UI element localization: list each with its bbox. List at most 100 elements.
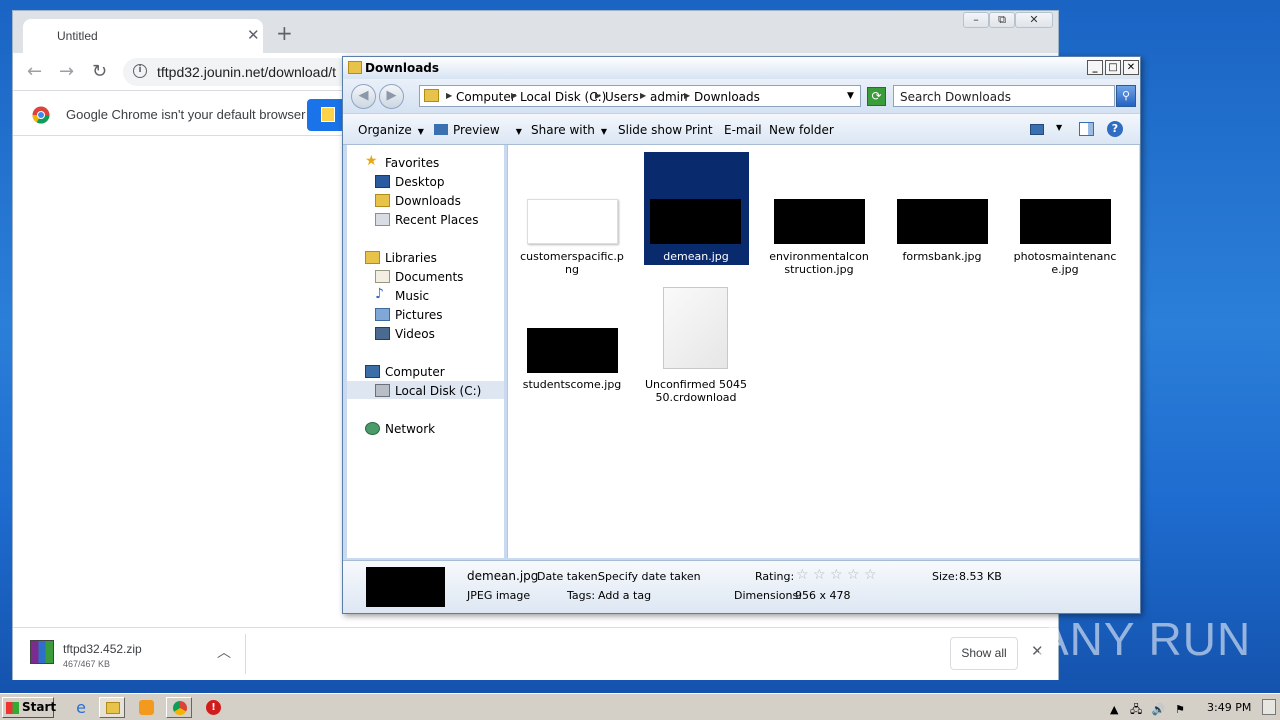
help-icon[interactable]: ? <box>1107 121 1123 137</box>
chevron-down-icon[interactable]: ▼ <box>847 91 854 101</box>
chrome-taskbar-button[interactable] <box>166 697 192 718</box>
refresh-icon[interactable]: ⟳ <box>867 87 886 106</box>
downloads-folder-icon <box>375 194 390 207</box>
change-view-icon[interactable] <box>1030 124 1044 135</box>
details-pane: demean.jpg JPEG image Date taken: Specif… <box>343 560 1140 613</box>
folder-icon <box>106 702 120 714</box>
star-icon[interactable]: ☆ <box>813 567 826 583</box>
preview-button[interactable]: Preview ▼ <box>434 123 522 137</box>
email-button[interactable]: E-mail <box>724 123 762 137</box>
tab-close-icon[interactable]: ✕ <box>247 26 260 44</box>
star-icon[interactable]: ☆ <box>830 567 843 583</box>
file-item[interactable]: environmentalconstruction.jpg <box>767 152 871 277</box>
nav-label: Favorites <box>385 156 440 170</box>
print-button[interactable]: Print <box>685 123 713 137</box>
share-with-label: Share with <box>531 123 595 137</box>
new-tab-icon[interactable]: + <box>276 23 293 43</box>
share-with-button[interactable]: Share with ▼ <box>531 123 607 137</box>
download-shelf: tftpd32.452.zip 467/467 KB ︿ Show all ✕ <box>13 627 1058 680</box>
nav-label: Recent Places <box>395 213 479 227</box>
forward-icon[interactable]: → <box>59 61 74 82</box>
organize-button[interactable]: Organize ▼ <box>358 123 424 137</box>
tags-value[interactable]: Add a tag <box>598 589 651 602</box>
media-player-icon[interactable] <box>133 697 159 718</box>
back-icon[interactable]: ◀ <box>351 84 376 109</box>
thumbnail <box>1020 199 1111 244</box>
close-icon[interactable]: ✕ <box>1015 12 1053 28</box>
internet-explorer-icon[interactable]: e <box>68 697 94 718</box>
explorer-taskbar-button[interactable] <box>99 697 125 718</box>
file-item[interactable]: Unconfirmed 504550.crdownload <box>644 285 748 410</box>
forward-icon[interactable]: ▶ <box>379 84 404 109</box>
close-icon[interactable]: ✕ <box>1123 60 1139 75</box>
show-all-button[interactable]: Show all <box>950 637 1018 670</box>
maximize-icon[interactable]: □ <box>1105 60 1121 75</box>
file-name: formsbank.jpg <box>902 250 982 263</box>
file-item[interactable]: demean.jpg <box>644 152 748 277</box>
chevron-up-icon[interactable]: ︿ <box>217 642 231 662</box>
star-icon[interactable]: ☆ <box>796 567 809 583</box>
breadcrumb-computer[interactable]: Computer <box>456 90 516 104</box>
breadcrumb-downloads[interactable]: Downloads <box>694 90 760 104</box>
infobar-message: Google Chrome isn't your default browser <box>66 107 306 122</box>
slide-show-button[interactable]: Slide show <box>618 123 682 137</box>
preview-pane-icon[interactable] <box>1079 122 1094 136</box>
file-item[interactable]: photosmaintenance.jpg <box>1013 152 1117 277</box>
dimensions-value: 956 x 478 <box>795 589 851 602</box>
chevron-down-icon[interactable]: ▼ <box>1056 123 1062 132</box>
start-label: Start <box>22 700 57 714</box>
file-item[interactable]: formsbank.jpg <box>890 152 994 277</box>
star-icon[interactable]: ☆ <box>864 567 877 583</box>
explorer-titlebar[interactable]: Downloads _ □ ✕ <box>343 57 1140 79</box>
chrome-window-controls: – ⧉ ✕ <box>963 11 1055 31</box>
chevron-right-icon[interactable]: ▶ <box>511 91 517 100</box>
new-folder-button[interactable]: New folder <box>769 123 834 137</box>
flag-icon[interactable]: ⚑ <box>1175 703 1185 716</box>
clock[interactable]: 3:49 PM <box>1207 701 1251 714</box>
restore-icon[interactable]: ⧉ <box>989 12 1015 28</box>
rating-stars[interactable]: ☆ ☆ ☆ ☆ ☆ <box>796 567 877 583</box>
start-button[interactable]: Start <box>2 697 57 718</box>
file-name: environmentalconstruction.jpg <box>769 250 869 276</box>
desktop-icon <box>375 175 390 188</box>
reload-icon[interactable]: ↻ <box>92 61 107 82</box>
opera-shape: ! <box>206 700 221 715</box>
breadcrumb-users[interactable]: Users <box>605 90 639 104</box>
breadcrumb-local-disk[interactable]: Local Disk (C:) <box>520 90 606 104</box>
show-desktop-button[interactable] <box>1262 699 1276 715</box>
chevron-right-icon[interactable]: ▶ <box>684 91 690 100</box>
drive-icon <box>375 384 390 397</box>
chevron-right-icon[interactable]: ▶ <box>640 91 646 100</box>
navigation-pane: ★ Favorites Desktop Downloads Recent Pla… <box>347 145 504 558</box>
chevron-up-icon[interactable]: ▲ <box>1110 703 1118 716</box>
file-list: customerspacific.png demean.jpg environm… <box>507 145 1139 558</box>
size-label: Size: <box>932 570 959 583</box>
info-icon[interactable]: i <box>133 64 147 78</box>
file-item[interactable]: customerspacific.png <box>520 152 624 277</box>
documents-icon <box>375 270 390 283</box>
network-tray-icon[interactable]: 🖧 <box>1130 703 1142 716</box>
file-item[interactable]: studentscome.jpg <box>520 285 624 410</box>
libraries-icon <box>365 251 380 264</box>
opera-icon[interactable]: ! <box>201 697 227 718</box>
star-icon[interactable]: ☆ <box>847 567 860 583</box>
chevron-right-icon[interactable]: ▶ <box>595 91 601 100</box>
chevron-right-icon[interactable]: ▶ <box>446 91 452 100</box>
search-input[interactable]: Search Downloads <box>893 85 1115 107</box>
nav-label: Local Disk (C:) <box>395 384 482 398</box>
date-taken-value[interactable]: Specify date taken <box>598 570 701 583</box>
minimize-icon[interactable]: – <box>963 12 989 28</box>
nav-label: Videos <box>395 327 435 341</box>
search-icon[interactable]: ⚲ <box>1116 85 1136 107</box>
back-icon[interactable]: ← <box>27 61 42 82</box>
download-filename[interactable]: tftpd32.452.zip <box>63 642 142 656</box>
breadcrumb-admin[interactable]: admin <box>650 90 688 104</box>
tags-label: Tags: <box>567 589 596 602</box>
nav-label: Network <box>385 422 436 436</box>
chrome-tab[interactable]: Untitled ✕ <box>23 19 263 53</box>
explorer-address-bar: ◀ ▶ ▶ Computer ▶ Local Disk (C:) ▶ Users… <box>343 79 1140 113</box>
volume-icon[interactable]: 🔊 <box>1152 703 1166 716</box>
minimize-icon[interactable]: _ <box>1087 60 1103 75</box>
date-taken-label: Date taken: <box>537 570 602 583</box>
breadcrumb[interactable]: ▶ Computer ▶ Local Disk (C:) ▶ Users ▶ a… <box>419 85 861 107</box>
